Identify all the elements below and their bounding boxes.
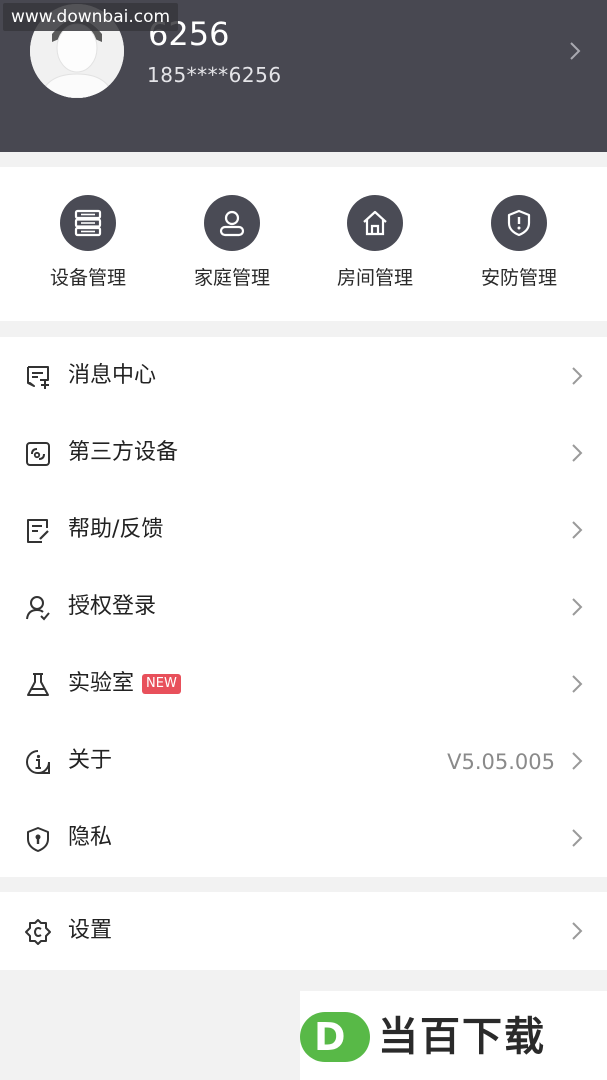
chevron-right-icon	[572, 829, 583, 847]
menu-item-auth-login[interactable]: 授权登录	[0, 568, 607, 645]
info-icon	[26, 750, 50, 774]
quick-actions-grid: 设备管理 家庭管理 房间管理 安防管理	[0, 167, 607, 321]
menu-item-messages[interactable]: 消息中心	[0, 337, 607, 414]
feedback-icon	[27, 519, 49, 543]
menu-label-auth-login: 授权登录	[68, 594, 157, 619]
device-list-icon	[60, 195, 116, 251]
settings-icon	[25, 919, 51, 945]
chevron-right-icon[interactable]	[568, 40, 582, 62]
chevron-right-icon	[572, 752, 583, 770]
menu-item-third-party[interactable]: 第三方设备	[0, 414, 607, 491]
menu-item-settings[interactable]: 设置	[0, 892, 607, 969]
chevron-right-icon	[572, 675, 583, 693]
menu-label-privacy: 隐私	[68, 825, 113, 850]
grid-label-room: 房间管理	[336, 267, 413, 289]
new-badge: NEW	[142, 674, 181, 694]
flask-icon	[27, 673, 49, 696]
user-icon	[204, 195, 260, 251]
grid-label-device: 设备管理	[49, 267, 126, 289]
chevron-right-icon	[572, 521, 583, 539]
lab-label-text: 实验室	[68, 671, 135, 696]
version-value: V5.05.005	[447, 750, 555, 774]
menu-label-help: 帮助/反馈	[68, 517, 164, 542]
watermark-logo-letter: D	[314, 1015, 346, 1059]
menu-item-privacy[interactable]: 隐私	[0, 799, 607, 876]
settings-card: 设置	[0, 892, 607, 970]
grid-label-family: 家庭管理	[193, 267, 270, 289]
menu-label-about: 关于	[68, 748, 113, 773]
menu-item-help[interactable]: 帮助/反馈	[0, 491, 607, 568]
grid-item-device[interactable]: 设备管理	[16, 167, 160, 321]
menu-label-settings: 设置	[68, 918, 113, 943]
watermark-text: 当百下载	[378, 1014, 546, 1060]
menu-label-third-party: 第三方设备	[68, 440, 179, 465]
shield-icon	[491, 195, 547, 251]
grid-item-security[interactable]: 安防管理	[447, 167, 591, 321]
third-party-icon	[26, 442, 50, 466]
chevron-right-icon	[572, 598, 583, 616]
home-icon	[347, 195, 403, 251]
grid-label-security: 安防管理	[480, 267, 557, 289]
chevron-right-icon	[572, 444, 583, 462]
chevron-right-icon	[572, 367, 583, 385]
profile-phone: 185****6256	[147, 63, 282, 87]
grid-item-room[interactable]: 房间管理	[303, 167, 447, 321]
menu-item-about[interactable]: 关于 V5.05.005	[0, 722, 607, 799]
watermark-logo: D	[300, 1012, 370, 1062]
privacy-shield-icon	[27, 827, 49, 852]
auth-user-icon	[26, 596, 50, 621]
menu-label-messages: 消息中心	[68, 363, 157, 388]
watermark-top: www.downbai.com	[3, 3, 179, 31]
menu-label-lab: 实验室 NEW	[68, 669, 181, 699]
profile-page: 6256 185****6256 www.downbai.com 设备管理 家庭…	[0, 0, 607, 1080]
menu-item-lab[interactable]: 实验室 NEW	[0, 645, 607, 722]
chevron-right-icon	[572, 922, 583, 940]
menu-list: 消息中心 第三方设备 帮助/反馈 授权登录 实验室 NEW 关于 V5.05.0…	[0, 337, 607, 877]
grid-item-family[interactable]: 家庭管理	[160, 167, 304, 321]
message-icon	[27, 366, 49, 389]
